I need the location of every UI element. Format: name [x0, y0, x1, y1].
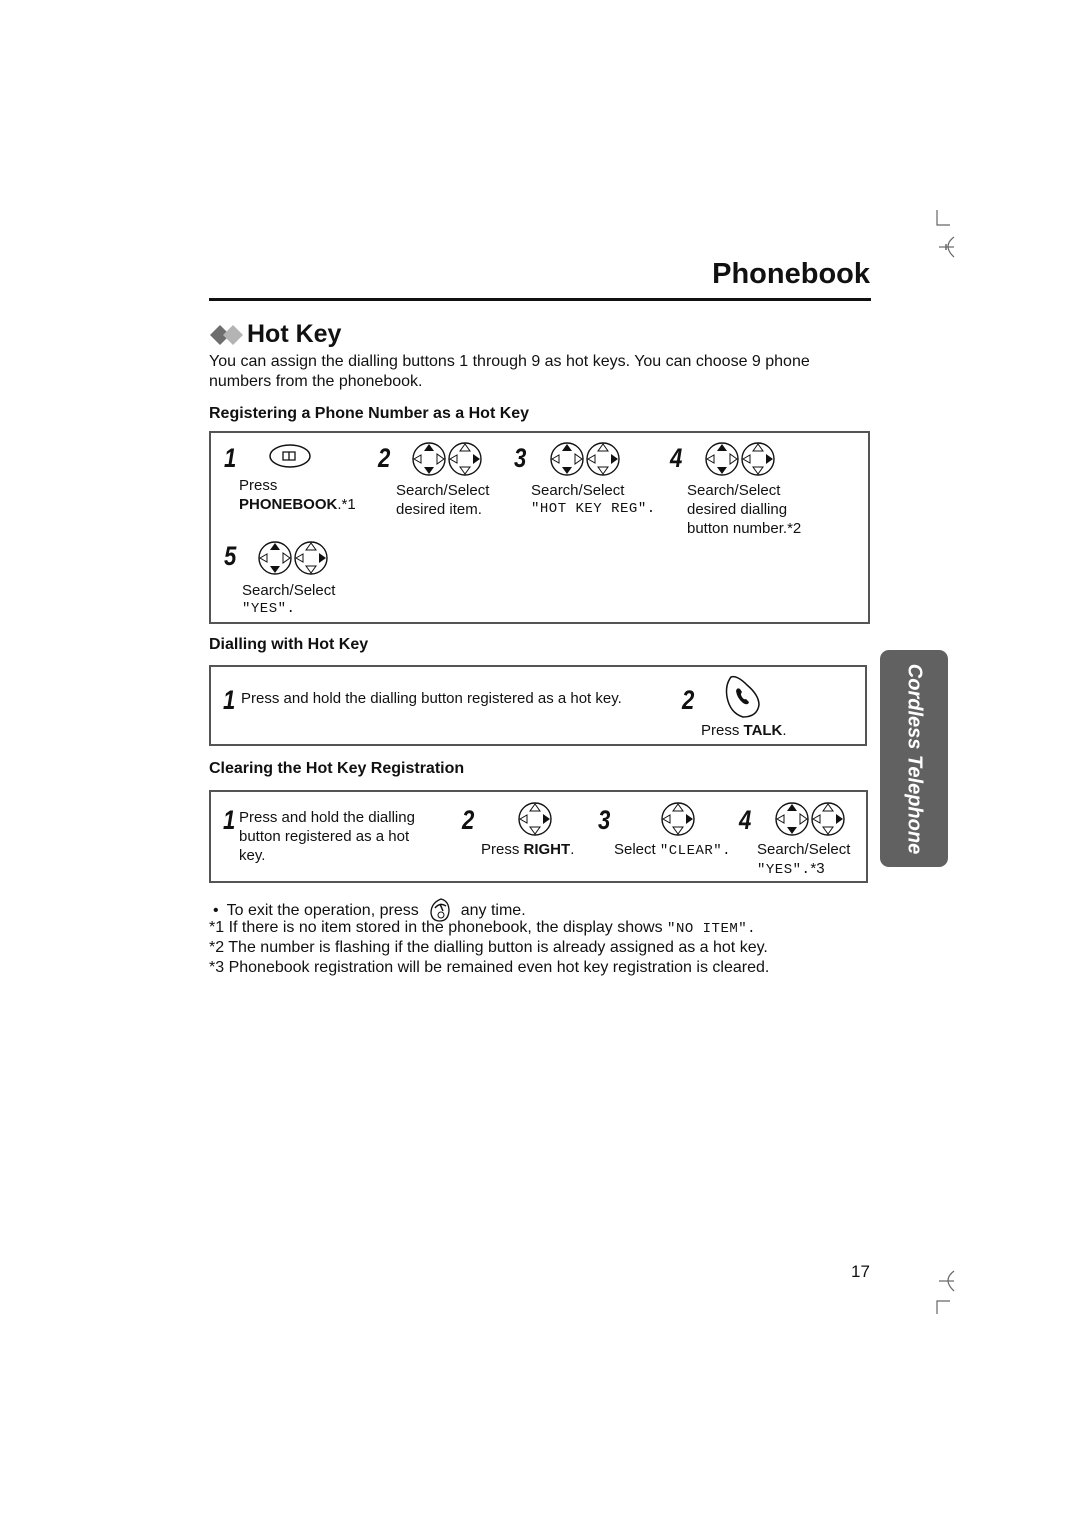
step-text: PHONEBOOK.*1: [239, 495, 356, 514]
step-text: Search/Select: [687, 482, 781, 499]
step-text: Search/Select: [396, 482, 490, 499]
footnote-text: If there is no item stored in the phoneb…: [224, 919, 668, 936]
step-text: desired item.: [396, 501, 482, 518]
step-text-suffix: .: [570, 841, 575, 858]
footnote-mark: *3: [209, 959, 225, 976]
step-number: 1: [223, 805, 236, 835]
talk-button-icon[interactable]: [723, 673, 763, 721]
side-tab-label: Cordless Telephone: [903, 663, 926, 854]
footnote-2: *2 The number is flashing if the diallin…: [209, 938, 768, 957]
section-side-tab: Cordless Telephone: [880, 650, 948, 867]
footnote-mark: *1: [209, 919, 225, 936]
navigator-key-icon[interactable]: [257, 540, 329, 576]
step-text-prefix: Select: [614, 841, 660, 858]
step-text-suffix: .: [782, 722, 787, 739]
navigator-key-icon[interactable]: [549, 441, 621, 477]
navigator-key-icon[interactable]: [704, 441, 776, 477]
register-steps-box: 1 Press PHONEBOOK.*1 2 Search/Select des…: [209, 431, 870, 624]
page-title: Phonebook: [712, 258, 870, 290]
step-number: 2: [462, 805, 475, 835]
step-text: desired dialling: [687, 501, 788, 518]
step-key-label: RIGHT: [523, 841, 571, 858]
footnote-text: The number is flashing if the dialling b…: [224, 939, 768, 956]
step-footnote-ref: .*1: [337, 496, 356, 513]
step-text: button number.*2: [687, 520, 802, 537]
footnote-text: Phonebook registration will be remained …: [224, 959, 770, 976]
exit-note-prefix: To exit the operation, press: [226, 901, 419, 919]
step-text: Press TALK.: [701, 721, 787, 740]
step-text: Search/Select: [757, 841, 851, 858]
display-text: "YES".: [242, 601, 296, 617]
exit-note-suffix: any time.: [460, 901, 526, 919]
footnote-mark: *2: [209, 939, 225, 956]
section-heading: Hot Key: [209, 320, 341, 349]
crop-mark-bottom: [936, 1270, 955, 1314]
step-number: 4: [670, 443, 683, 473]
intro-line-1: You can assign the dialling buttons 1 th…: [209, 353, 810, 370]
step-number: 3: [598, 805, 611, 835]
step-text: key.: [239, 847, 266, 864]
footnote-3: *3 Phonebook registration will be remain…: [209, 958, 769, 977]
step-text: Press RIGHT.: [481, 840, 574, 859]
page-number: 17: [851, 1262, 870, 1281]
navigator-key-icon[interactable]: [411, 441, 483, 477]
step-number: 2: [682, 685, 695, 715]
display-text: "HOT KEY REG".: [531, 501, 656, 517]
title-rule: [209, 298, 871, 301]
step-key-label: TALK: [743, 722, 783, 739]
step-text: button registered as a hot: [239, 828, 410, 845]
step-text: "YES".*3: [757, 859, 825, 880]
step-key-label: PHONEBOOK: [239, 496, 338, 513]
dialling-steps-box: 1 Press and hold the dialling button reg…: [209, 665, 867, 746]
step-text: Press and hold the dialling button regis…: [241, 690, 622, 707]
section-title: Hot Key: [247, 320, 342, 348]
crop-mark-top: [936, 210, 955, 258]
step-text: Press and hold the dialling: [239, 809, 415, 826]
display-text: "CLEAR".: [659, 843, 732, 859]
step-text-prefix: Press: [481, 841, 524, 858]
step-text: Search/Select: [242, 582, 336, 599]
phonebook-button-icon[interactable]: [268, 443, 312, 469]
step-number: 1: [224, 443, 237, 473]
navigator-key-icon[interactable]: [774, 801, 846, 837]
display-text: "YES".: [757, 862, 811, 878]
step-text: Search/Select: [531, 482, 625, 499]
step-number: 4: [739, 805, 752, 835]
clearing-heading: Clearing the Hot Key Registration: [209, 760, 465, 777]
step-number: 2: [378, 443, 391, 473]
step-text: Select "CLEAR".: [614, 840, 731, 861]
clearing-steps-box: 1 Press and hold the dialling button reg…: [209, 790, 868, 883]
navigator-right-icon[interactable]: [517, 801, 553, 837]
navigator-right-icon[interactable]: [660, 801, 696, 837]
step-number: 5: [224, 541, 237, 571]
step-number: 3: [514, 443, 527, 473]
dialling-heading: Dialling with Hot Key: [209, 636, 369, 653]
diamond-bullet-icon: [210, 324, 243, 345]
footnote-1: *1 If there is no item stored in the pho…: [209, 918, 756, 939]
register-heading: Registering a Phone Number as a Hot Key: [209, 405, 530, 422]
step-text: Press: [239, 477, 278, 494]
step-number: 1: [223, 685, 236, 715]
intro-line-2: numbers from the phonebook.: [209, 373, 423, 390]
step-text-prefix: Press: [701, 722, 744, 739]
display-text: "NO ITEM".: [667, 921, 757, 937]
step-footnote-ref: *3: [810, 860, 825, 877]
bullet: •: [213, 901, 219, 919]
